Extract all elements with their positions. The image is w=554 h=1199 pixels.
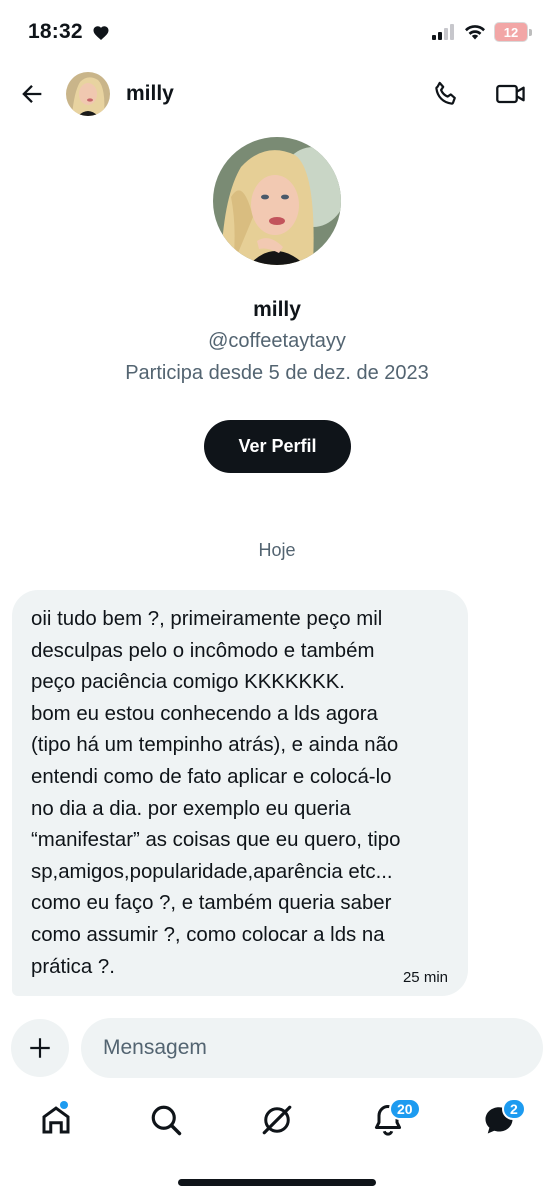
view-profile-button[interactable]: Ver Perfil	[204, 420, 351, 473]
conversation-header: milly	[0, 66, 554, 122]
profile-photo	[213, 137, 341, 265]
message-text: oii tudo bem ?, primeiramente peço mil d…	[31, 608, 401, 978]
wifi-icon	[465, 25, 485, 40]
signal-icon	[432, 24, 454, 40]
message-input[interactable]	[81, 1018, 543, 1078]
profile-name: milly	[253, 298, 301, 321]
back-arrow-icon[interactable]	[18, 80, 46, 108]
status-bar: 18:32 12	[0, 0, 554, 66]
day-separator: Hoje	[258, 540, 296, 560]
profile-handle: @coffeetaytayy	[208, 330, 346, 352]
avatar[interactable]	[66, 72, 110, 116]
home-icon[interactable]	[38, 1102, 74, 1138]
battery-icon: 12	[494, 22, 532, 42]
profile-avatar[interactable]	[213, 137, 341, 265]
status-time: 18:32	[28, 20, 83, 43]
profile-joined-date: Participa desde 5 de dez. de 2023	[125, 362, 429, 384]
add-attachment-button[interactable]	[11, 1019, 69, 1077]
avatar-image	[66, 72, 110, 116]
grok-icon[interactable]	[259, 1102, 295, 1138]
notifications-badge: 20	[389, 1098, 421, 1120]
message-timestamp: 25 min	[402, 969, 448, 986]
plus-icon	[30, 1038, 50, 1058]
home-indicator[interactable]	[178, 1179, 376, 1186]
heart-icon	[93, 26, 109, 40]
video-camera-icon[interactable]	[495, 80, 527, 108]
bottom-nav	[0, 1090, 554, 1160]
battery-level: 12	[503, 24, 519, 40]
status-indicators: 12	[432, 22, 532, 42]
message-bubble[interactable]: oii tudo bem ?, primeiramente peço mil d…	[12, 590, 468, 996]
messages-badge: 2	[502, 1098, 526, 1120]
home-notification-dot	[60, 1101, 68, 1109]
header-name[interactable]: milly	[126, 82, 174, 106]
search-icon[interactable]	[148, 1102, 184, 1138]
phone-icon[interactable]	[432, 80, 460, 108]
